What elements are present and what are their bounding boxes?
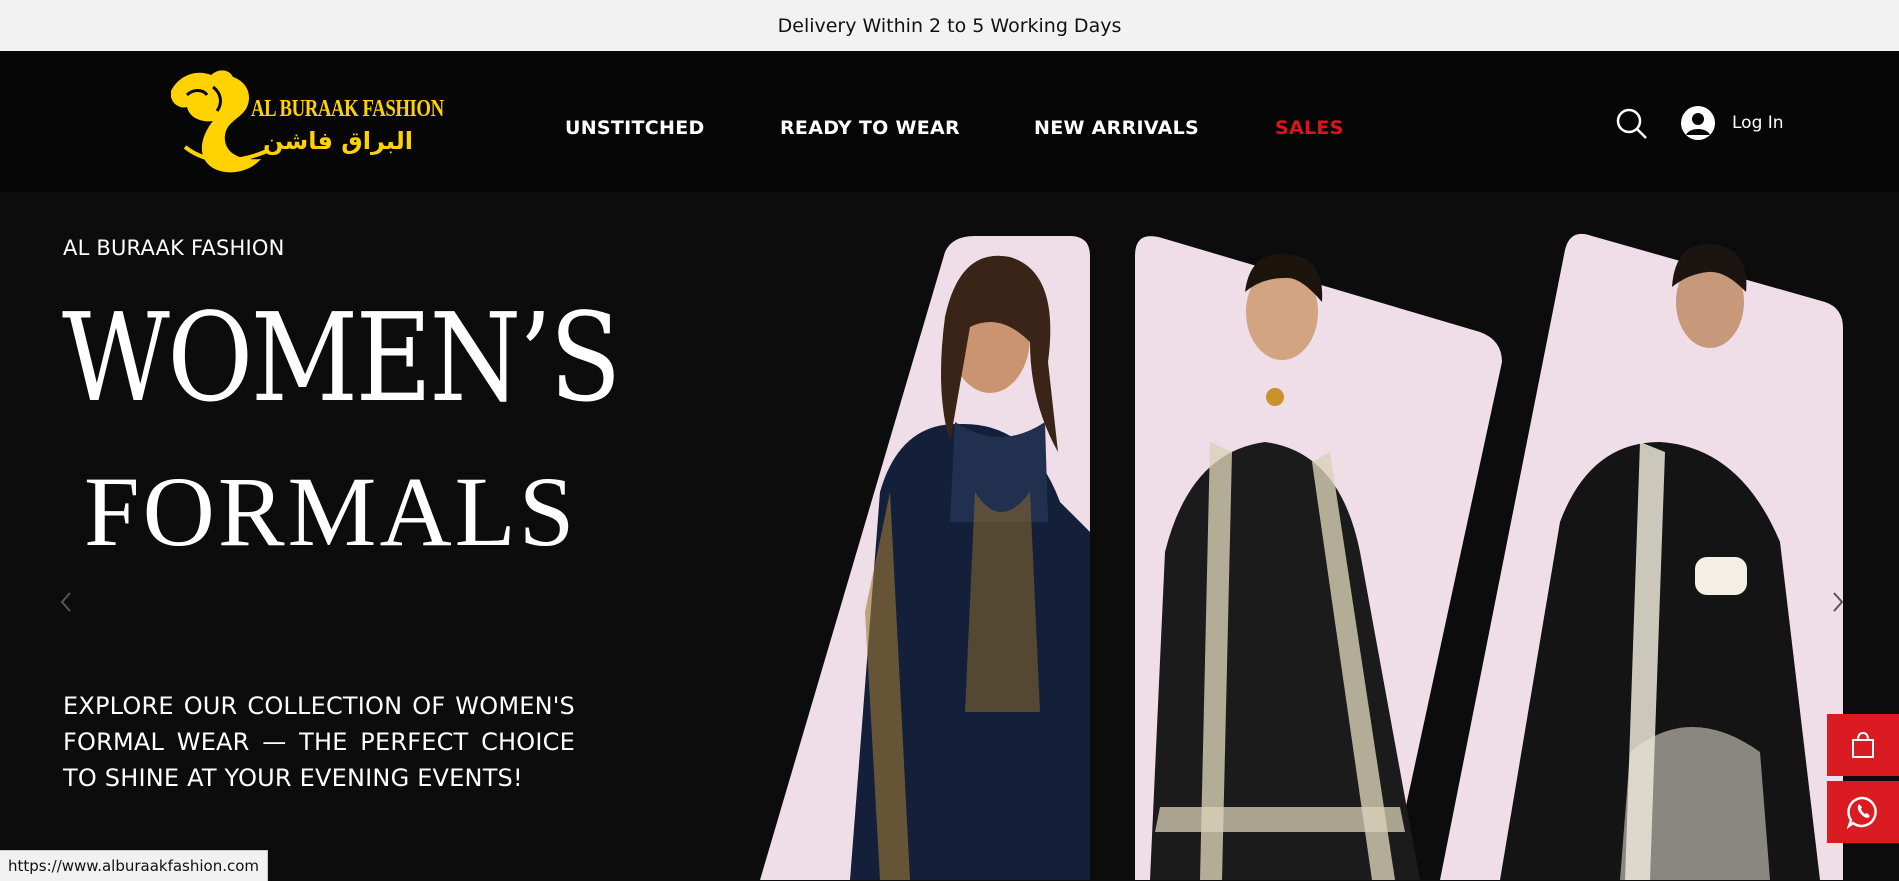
logo-wordmark-en: AL BURAAK FASHION [251, 96, 444, 122]
site-header: AL BURAAK FASHION البراق فاشن UNSTITCHED… [0, 51, 1899, 192]
status-bar-url: https://www.alburaakfashion.com [0, 850, 269, 881]
chevron-left-icon[interactable] [56, 590, 76, 614]
whatsapp-icon [1846, 796, 1877, 829]
hero-banner: AL BURAAK FASHION WOMEN’S FORMALS EXPLOR… [0, 192, 1899, 880]
hero-title-line1: WOMEN’S [62, 287, 621, 429]
search-button[interactable] [1614, 106, 1650, 142]
search-icon [1616, 108, 1647, 139]
announcement-text: Delivery Within 2 to 5 Working Days [777, 14, 1122, 37]
announcement-bar: Delivery Within 2 to 5 Working Days [0, 0, 1899, 52]
chevron-right-icon[interactable] [1828, 590, 1848, 614]
hero-brand-line: AL BURAAK FASHION [63, 236, 285, 260]
nav-new-arrivals[interactable]: NEW ARRIVALS [1034, 117, 1199, 139]
product-image-black-silver[interactable] [1135, 236, 1502, 880]
whatsapp-button[interactable] [1827, 781, 1899, 843]
login-label: Log In [1732, 113, 1784, 133]
product-image-navy[interactable] [760, 236, 1090, 880]
nav-unstitched[interactable]: UNSTITCHED [565, 117, 705, 139]
shopping-bag-icon [1852, 731, 1874, 758]
nav-ready-to-wear[interactable]: READY TO WEAR [780, 117, 960, 139]
product-image-black-white[interactable] [1440, 233, 1843, 880]
nav-sales[interactable]: SALES [1275, 117, 1344, 139]
user-avatar-icon [1681, 106, 1715, 140]
login-button[interactable]: Log In [1680, 103, 1784, 143]
logo-wordmark-ar: البراق فاشن [263, 127, 413, 155]
cart-button[interactable] [1827, 714, 1899, 776]
site-logo[interactable]: AL BURAAK FASHION البراق فاشن [163, 63, 444, 181]
hero-title-line2: FORMALS [84, 456, 578, 567]
hero-description: EXPLORE OUR COLLECTION OF WOMEN'S FORMAL… [63, 692, 575, 792]
